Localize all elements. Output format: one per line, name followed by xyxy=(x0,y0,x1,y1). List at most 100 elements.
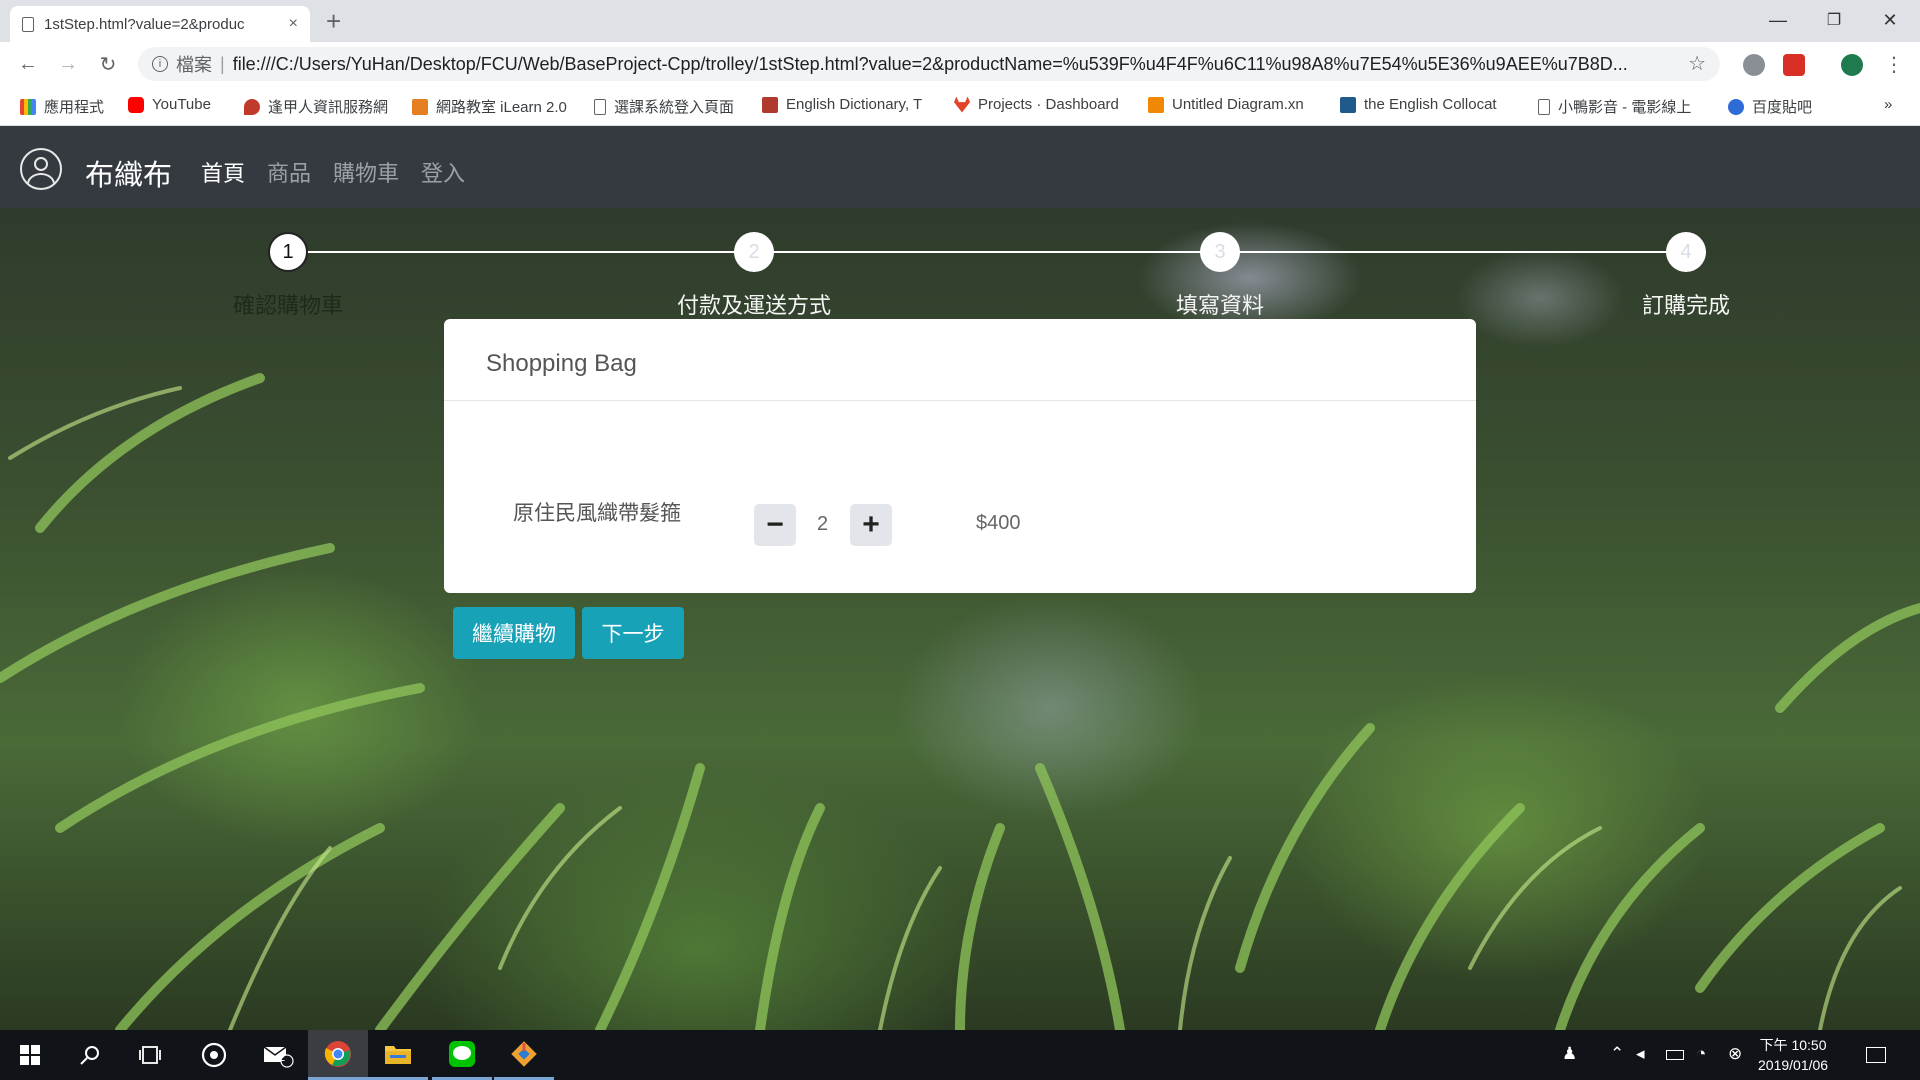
extension-icon[interactable] xyxy=(1743,54,1765,76)
decrease-quantity-button[interactable]: − xyxy=(754,504,796,546)
bookmarks-bar: 應用程式 YouTube 逢甲人資訊服務網 網路教室 iLearn 2.0 選課… xyxy=(0,86,1920,126)
volume-icon[interactable]: ◂ xyxy=(1636,1044,1645,1064)
bookmark-label: the English Collocat xyxy=(1364,96,1497,113)
bookmark-label: 百度貼吧 xyxy=(1752,99,1813,116)
browser-toolbar: ← → ↻ i 檔案 | file:///C:/Users/YuHan/Desk… xyxy=(0,42,1920,86)
nav-link-products[interactable]: 商品 xyxy=(267,156,311,188)
bookmark-label: 逢甲人資訊服務網 xyxy=(268,99,389,116)
search-icon[interactable] xyxy=(60,1030,120,1080)
network-icon[interactable]: ◔ xyxy=(1696,1044,1706,1064)
notification-muted-icon[interactable]: ⊗ xyxy=(1728,1044,1742,1064)
oz-icon xyxy=(1340,96,1356,113)
close-window-button[interactable]: ✕ xyxy=(1862,0,1918,40)
stepper-track xyxy=(288,251,1688,253)
dictionary-icon xyxy=(762,96,778,113)
user-avatar-icon[interactable] xyxy=(20,148,62,190)
mail-icon[interactable]: 2 xyxy=(248,1030,308,1080)
bookmark-item[interactable]: English Dictionary, T xyxy=(762,96,922,113)
chrome-icon[interactable] xyxy=(308,1030,368,1080)
nav-link-login[interactable]: 登入 xyxy=(421,156,465,188)
step-2-label: 付款及運送方式 xyxy=(676,293,831,318)
step-2-circle: 2 xyxy=(734,232,774,272)
bookmark-item[interactable]: YouTube xyxy=(128,96,211,113)
url-separator: | xyxy=(220,53,225,74)
battery-icon[interactable] xyxy=(1666,1050,1684,1060)
drawio-icon xyxy=(1148,96,1164,113)
quantity-value: 2 xyxy=(817,513,829,535)
bookmark-label: 小鴨影音 - 電影線上 xyxy=(1558,99,1692,116)
bookmark-item[interactable]: 網路教室 iLearn 2.0 xyxy=(412,96,567,117)
step-3-circle: 3 xyxy=(1200,232,1240,272)
show-hidden-icons-chevron-icon[interactable]: ⌃ xyxy=(1610,1044,1624,1064)
browser-tab-strip: 1stStep.html?value=2&produc × + — ❐ ✕ xyxy=(0,0,1920,42)
browser-menu-icon[interactable]: ⋮ xyxy=(1880,50,1908,78)
bookmark-item[interactable]: 小鴨影音 - 電影線上 xyxy=(1538,96,1691,117)
step-4-circle: 4 xyxy=(1666,232,1706,272)
address-bar[interactable]: i 檔案 | file:///C:/Users/YuHan/Desktop/FC… xyxy=(138,47,1720,81)
browser-tab[interactable]: 1stStep.html?value=2&produc × xyxy=(10,6,310,42)
page-icon xyxy=(594,98,606,115)
step-3-label: 填寫資料 xyxy=(1175,293,1264,318)
minimize-button[interactable]: — xyxy=(1750,0,1806,40)
next-step-button[interactable]: 下一步 xyxy=(582,607,684,659)
more-bookmarks-icon[interactable]: » xyxy=(1884,96,1892,113)
bookmark-label: Projects · Dashboard xyxy=(978,96,1119,113)
continue-shopping-button[interactable]: 繼續購物 xyxy=(453,607,575,659)
profile-avatar-icon[interactable] xyxy=(1841,54,1863,76)
step-1-label: 確認購物車 xyxy=(232,293,343,318)
tab-title: 1stStep.html?value=2&produc xyxy=(44,15,245,33)
forward-arrow-icon[interactable]: → xyxy=(54,50,82,78)
apps-grid-icon xyxy=(20,98,36,115)
git-tool-icon[interactable] xyxy=(494,1030,554,1080)
tab-close-icon[interactable]: × xyxy=(289,15,298,33)
url-scheme-label: 檔案 xyxy=(176,55,212,75)
shopping-bag-card: Shopping Bag 原住民風織帶髮箍 − 2 + $400 xyxy=(444,319,1476,593)
plus-icon: + xyxy=(862,508,880,541)
bookmark-label: YouTube xyxy=(152,96,211,113)
start-windows-icon[interactable] xyxy=(0,1030,60,1080)
system-clock[interactable]: 下午 10:50 2019/01/06 xyxy=(1758,1035,1828,1075)
task-view-icon[interactable] xyxy=(120,1030,180,1080)
fcu-icon xyxy=(244,98,260,115)
clock-time: 下午 10:50 xyxy=(1759,1037,1827,1053)
bookmark-item[interactable]: 應用程式 xyxy=(20,96,104,117)
step-1-circle: 1 xyxy=(268,232,308,272)
mail-badge: 2 xyxy=(279,1052,286,1064)
bookmark-item[interactable]: Untitled Diagram.xn xyxy=(1148,96,1304,113)
file-explorer-icon[interactable] xyxy=(368,1030,428,1080)
back-arrow-icon[interactable]: ← xyxy=(14,50,42,78)
bookmark-label: Untitled Diagram.xn xyxy=(1172,96,1304,113)
bookmark-item[interactable]: Projects · Dashboard xyxy=(954,96,1119,113)
reload-icon[interactable]: ↻ xyxy=(94,50,122,78)
url-text[interactable]: file:///C:/Users/YuHan/Desktop/FCU/Web/B… xyxy=(233,54,1628,75)
site-navbar: 布織布 首頁 商品 購物車 登入 xyxy=(0,126,1920,208)
bookmark-item[interactable]: 逢甲人資訊服務網 xyxy=(244,96,388,117)
bookmark-item[interactable]: 百度貼吧 xyxy=(1728,96,1812,117)
gitlab-icon xyxy=(954,96,970,113)
restore-button[interactable]: ❐ xyxy=(1806,0,1862,40)
cart-item-price: $400 xyxy=(976,512,1021,534)
site-info-icon[interactable]: i xyxy=(152,56,168,72)
media-player-icon[interactable] xyxy=(184,1030,244,1080)
ilearn-icon xyxy=(412,98,428,115)
new-tab-button[interactable]: + xyxy=(326,8,341,34)
bookmark-item[interactable]: 選課系統登入頁面 xyxy=(594,96,734,117)
page-icon xyxy=(1538,98,1550,115)
nav-link-cart[interactable]: 購物車 xyxy=(333,156,399,188)
clock-date: 2019/01/06 xyxy=(1758,1057,1829,1073)
bookmark-item[interactable]: the English Collocat xyxy=(1340,96,1497,113)
action-center-icon[interactable] xyxy=(1866,1047,1886,1063)
youtube-icon xyxy=(128,96,144,113)
people-icon[interactable]: ♟ xyxy=(1562,1044,1577,1064)
windows-taskbar: 2 ♟ ⌃ ◂ ◔ ⊗ 下午 10:50 2019/01/06 xyxy=(0,1030,1920,1080)
cart-item-name: 原住民風織帶髮箍 xyxy=(513,502,681,525)
site-brand[interactable]: 布織布 xyxy=(85,152,172,194)
nav-link-home[interactable]: 首頁 xyxy=(201,156,245,188)
increase-quantity-button[interactable]: + xyxy=(850,504,892,546)
step-4-label: 訂購完成 xyxy=(1641,293,1730,318)
bookmark-star-icon[interactable]: ☆ xyxy=(1688,51,1706,76)
bookmark-label: 選課系統登入頁面 xyxy=(614,99,735,116)
minus-icon: − xyxy=(766,508,784,541)
extension-video-icon[interactable] xyxy=(1783,54,1805,76)
line-app-icon[interactable] xyxy=(432,1030,492,1080)
